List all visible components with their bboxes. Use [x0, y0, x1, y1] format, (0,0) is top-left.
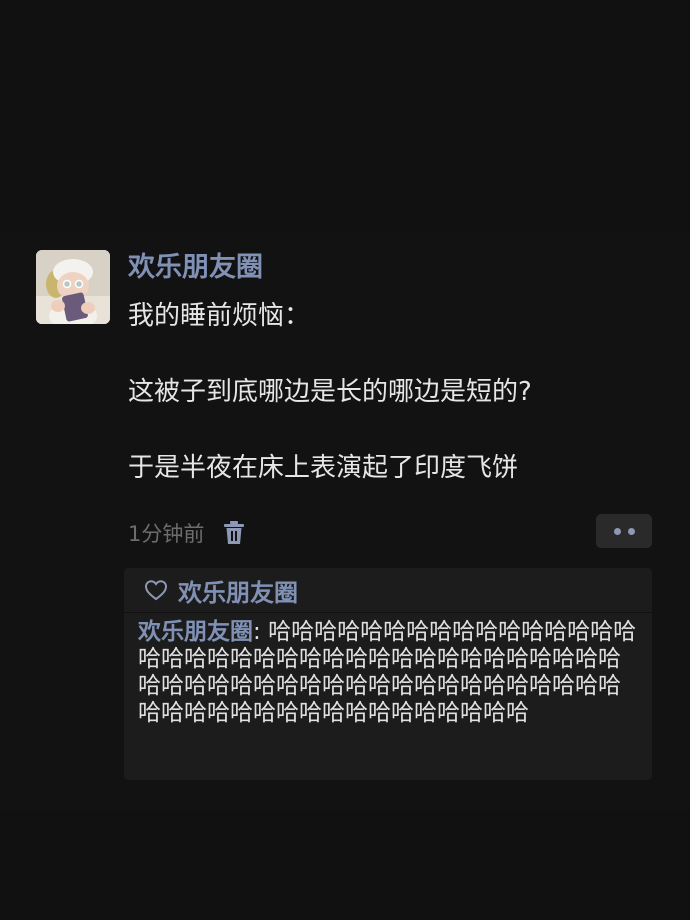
- liker-name[interactable]: 欢乐朋友圈: [178, 573, 298, 608]
- more-dots-icon: [613, 527, 621, 535]
- trash-icon[interactable]: [222, 520, 246, 546]
- avatar[interactable]: [36, 250, 110, 324]
- more-dots-icon: [627, 527, 635, 535]
- moments-page: 欢乐朋友圈 我的睡前烦恼： 这被子到底哪边是长的哪边是短的? 于是半夜在床上表演…: [0, 0, 690, 920]
- likes-comments-panel: 欢乐朋友圈 欢乐朋友圈: 哈哈哈哈哈哈哈哈哈哈哈哈哈哈哈哈哈哈哈哈哈哈哈哈哈哈哈…: [124, 568, 652, 780]
- post-content-line: 我的睡前烦恼：: [128, 301, 311, 331]
- comment-item[interactable]: 欢乐朋友圈: 哈哈哈哈哈哈哈哈哈哈哈哈哈哈哈哈哈哈哈哈哈哈哈哈哈哈哈哈哈哈哈哈哈…: [124, 613, 652, 727]
- more-options-button[interactable]: [596, 514, 652, 548]
- post-content-line: 这被子到底哪边是长的哪边是短的?: [128, 377, 532, 407]
- heart-icon: [144, 580, 168, 601]
- post-meta: 1分钟前: [128, 516, 246, 550]
- comment-separator: :: [253, 619, 269, 645]
- comment-author[interactable]: 欢乐朋友圈: [138, 619, 253, 645]
- post-username[interactable]: 欢乐朋友圈: [128, 250, 263, 286]
- likes-row: 欢乐朋友圈: [124, 568, 652, 613]
- post-content-line: 于是半夜在床上表演起了印度飞饼: [128, 453, 519, 483]
- moment-post: 欢乐朋友圈 我的睡前烦恼： 这被子到底哪边是长的哪边是短的? 于是半夜在床上表演…: [0, 232, 690, 810]
- post-content: 我的睡前烦恼： 这被子到底哪边是长的哪边是短的? 于是半夜在床上表演起了印度飞饼: [128, 298, 658, 486]
- post-timestamp: 1分钟前: [128, 522, 205, 546]
- avatar-image: [36, 250, 110, 324]
